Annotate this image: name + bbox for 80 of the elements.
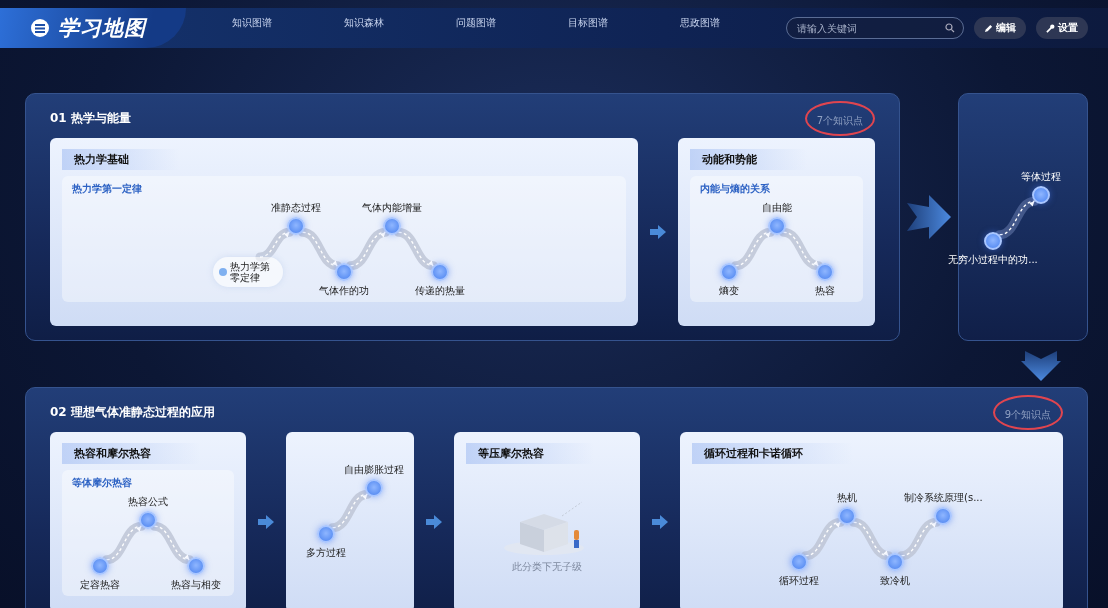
node-label: 气体作的功 bbox=[319, 284, 369, 298]
right-arrow-icon bbox=[426, 515, 442, 529]
road-path bbox=[801, 517, 846, 561]
node-circle[interactable] bbox=[383, 217, 401, 235]
node-label: 多方过程 bbox=[306, 546, 346, 560]
start-node-pill[interactable]: 热力学第零定律 bbox=[213, 257, 283, 287]
node-circle[interactable] bbox=[187, 557, 205, 575]
node-label: 定容热容 bbox=[80, 578, 120, 592]
search-input[interactable]: 请输入关键词 bbox=[795, 21, 945, 35]
node-label: 传递的热量 bbox=[415, 284, 465, 298]
nav-tab[interactable]: 知识森林 bbox=[308, 8, 420, 48]
node-circle[interactable] bbox=[886, 553, 905, 571]
road-path bbox=[255, 227, 294, 262]
road-path bbox=[995, 196, 1039, 240]
edit-button[interactable]: 编辑 bbox=[974, 17, 1026, 39]
empty-message: 此分类下无子级 bbox=[511, 560, 582, 574]
node-label: 等体过程 bbox=[1021, 170, 1061, 184]
knowledge-count: 7个知识点 bbox=[816, 114, 863, 126]
node-label: 热容 bbox=[814, 284, 835, 298]
node-label: 气体内能增量 bbox=[362, 201, 422, 215]
right-arrow-icon bbox=[258, 515, 274, 529]
node-label: 热机 bbox=[837, 491, 858, 505]
node-label: 热容公式 bbox=[128, 495, 168, 509]
road-path bbox=[102, 521, 146, 565]
road-path bbox=[298, 227, 342, 271]
section-title: 02 理想气体准静态过程的应用 bbox=[50, 403, 215, 421]
node-label: 热力学第零定律 bbox=[230, 261, 271, 283]
node-label: 致冷机 bbox=[880, 574, 911, 588]
road-path bbox=[394, 227, 438, 271]
node-label: 热容与相变 bbox=[171, 578, 221, 592]
plus-dot-icon bbox=[219, 268, 227, 276]
node-circle[interactable] bbox=[934, 507, 953, 525]
node-label: 准静态过程 bbox=[271, 201, 321, 215]
group-title: 内能与熵的关系 bbox=[700, 182, 771, 196]
node-label: 自由膨胀过程 bbox=[344, 463, 404, 477]
road-path bbox=[328, 489, 372, 533]
road-path bbox=[897, 517, 942, 561]
right-arrow-icon bbox=[907, 195, 951, 239]
down-arrow-icon bbox=[1021, 351, 1061, 381]
section-title: 01 热学与能量 bbox=[50, 109, 131, 127]
road-path bbox=[346, 227, 390, 271]
node-circle[interactable] bbox=[815, 263, 834, 281]
group-title: 等体摩尔热容 bbox=[72, 476, 133, 490]
node-circle[interactable] bbox=[287, 217, 305, 235]
road-path bbox=[849, 517, 894, 561]
nav-tab[interactable]: 思政图谱 bbox=[644, 8, 756, 48]
right-arrow-icon bbox=[650, 225, 666, 239]
nav-tab[interactable]: 目标图谱 bbox=[532, 8, 644, 48]
right-arrow-icon bbox=[651, 515, 668, 529]
settings-button[interactable]: 设置 bbox=[1036, 17, 1088, 39]
node-label: 无穷小过程中的功... bbox=[948, 253, 1038, 267]
search-icon bbox=[945, 23, 955, 33]
nav-tab[interactable]: 知识图谱 bbox=[196, 8, 308, 48]
node-label: 熵变 bbox=[718, 284, 739, 298]
node-circle[interactable] bbox=[1032, 186, 1050, 204]
node-circle[interactable] bbox=[767, 217, 786, 235]
road-path bbox=[150, 521, 194, 565]
node-circle[interactable] bbox=[984, 232, 1002, 250]
search-field[interactable]: 请输入关键词 bbox=[786, 17, 964, 39]
node-circle[interactable] bbox=[91, 557, 109, 575]
logo-text: 学习地图 bbox=[58, 15, 146, 42]
node-label: 自由能 bbox=[761, 201, 792, 215]
node-circle[interactable] bbox=[139, 511, 157, 529]
knowledge-count: 9个知识点 bbox=[1004, 408, 1051, 420]
node-circle[interactable] bbox=[365, 479, 383, 497]
wrench-icon bbox=[1046, 23, 1055, 33]
pencil-icon bbox=[984, 23, 993, 33]
node-label: 制冷系统原理(s... bbox=[904, 491, 983, 505]
map-logo-icon bbox=[30, 18, 50, 38]
group-title: 热力学第一定律 bbox=[72, 182, 143, 196]
node-circle[interactable] bbox=[335, 263, 353, 281]
node-circle[interactable] bbox=[838, 507, 857, 525]
node-label: 循环过程 bbox=[779, 574, 820, 588]
node-circle[interactable] bbox=[317, 525, 335, 543]
node-circle[interactable] bbox=[719, 263, 738, 281]
road-path bbox=[778, 227, 823, 271]
nav-tab[interactable]: 问题图谱 bbox=[420, 8, 532, 48]
road-path bbox=[730, 227, 775, 271]
node-circle[interactable] bbox=[790, 553, 809, 571]
node-circle[interactable] bbox=[431, 263, 449, 281]
